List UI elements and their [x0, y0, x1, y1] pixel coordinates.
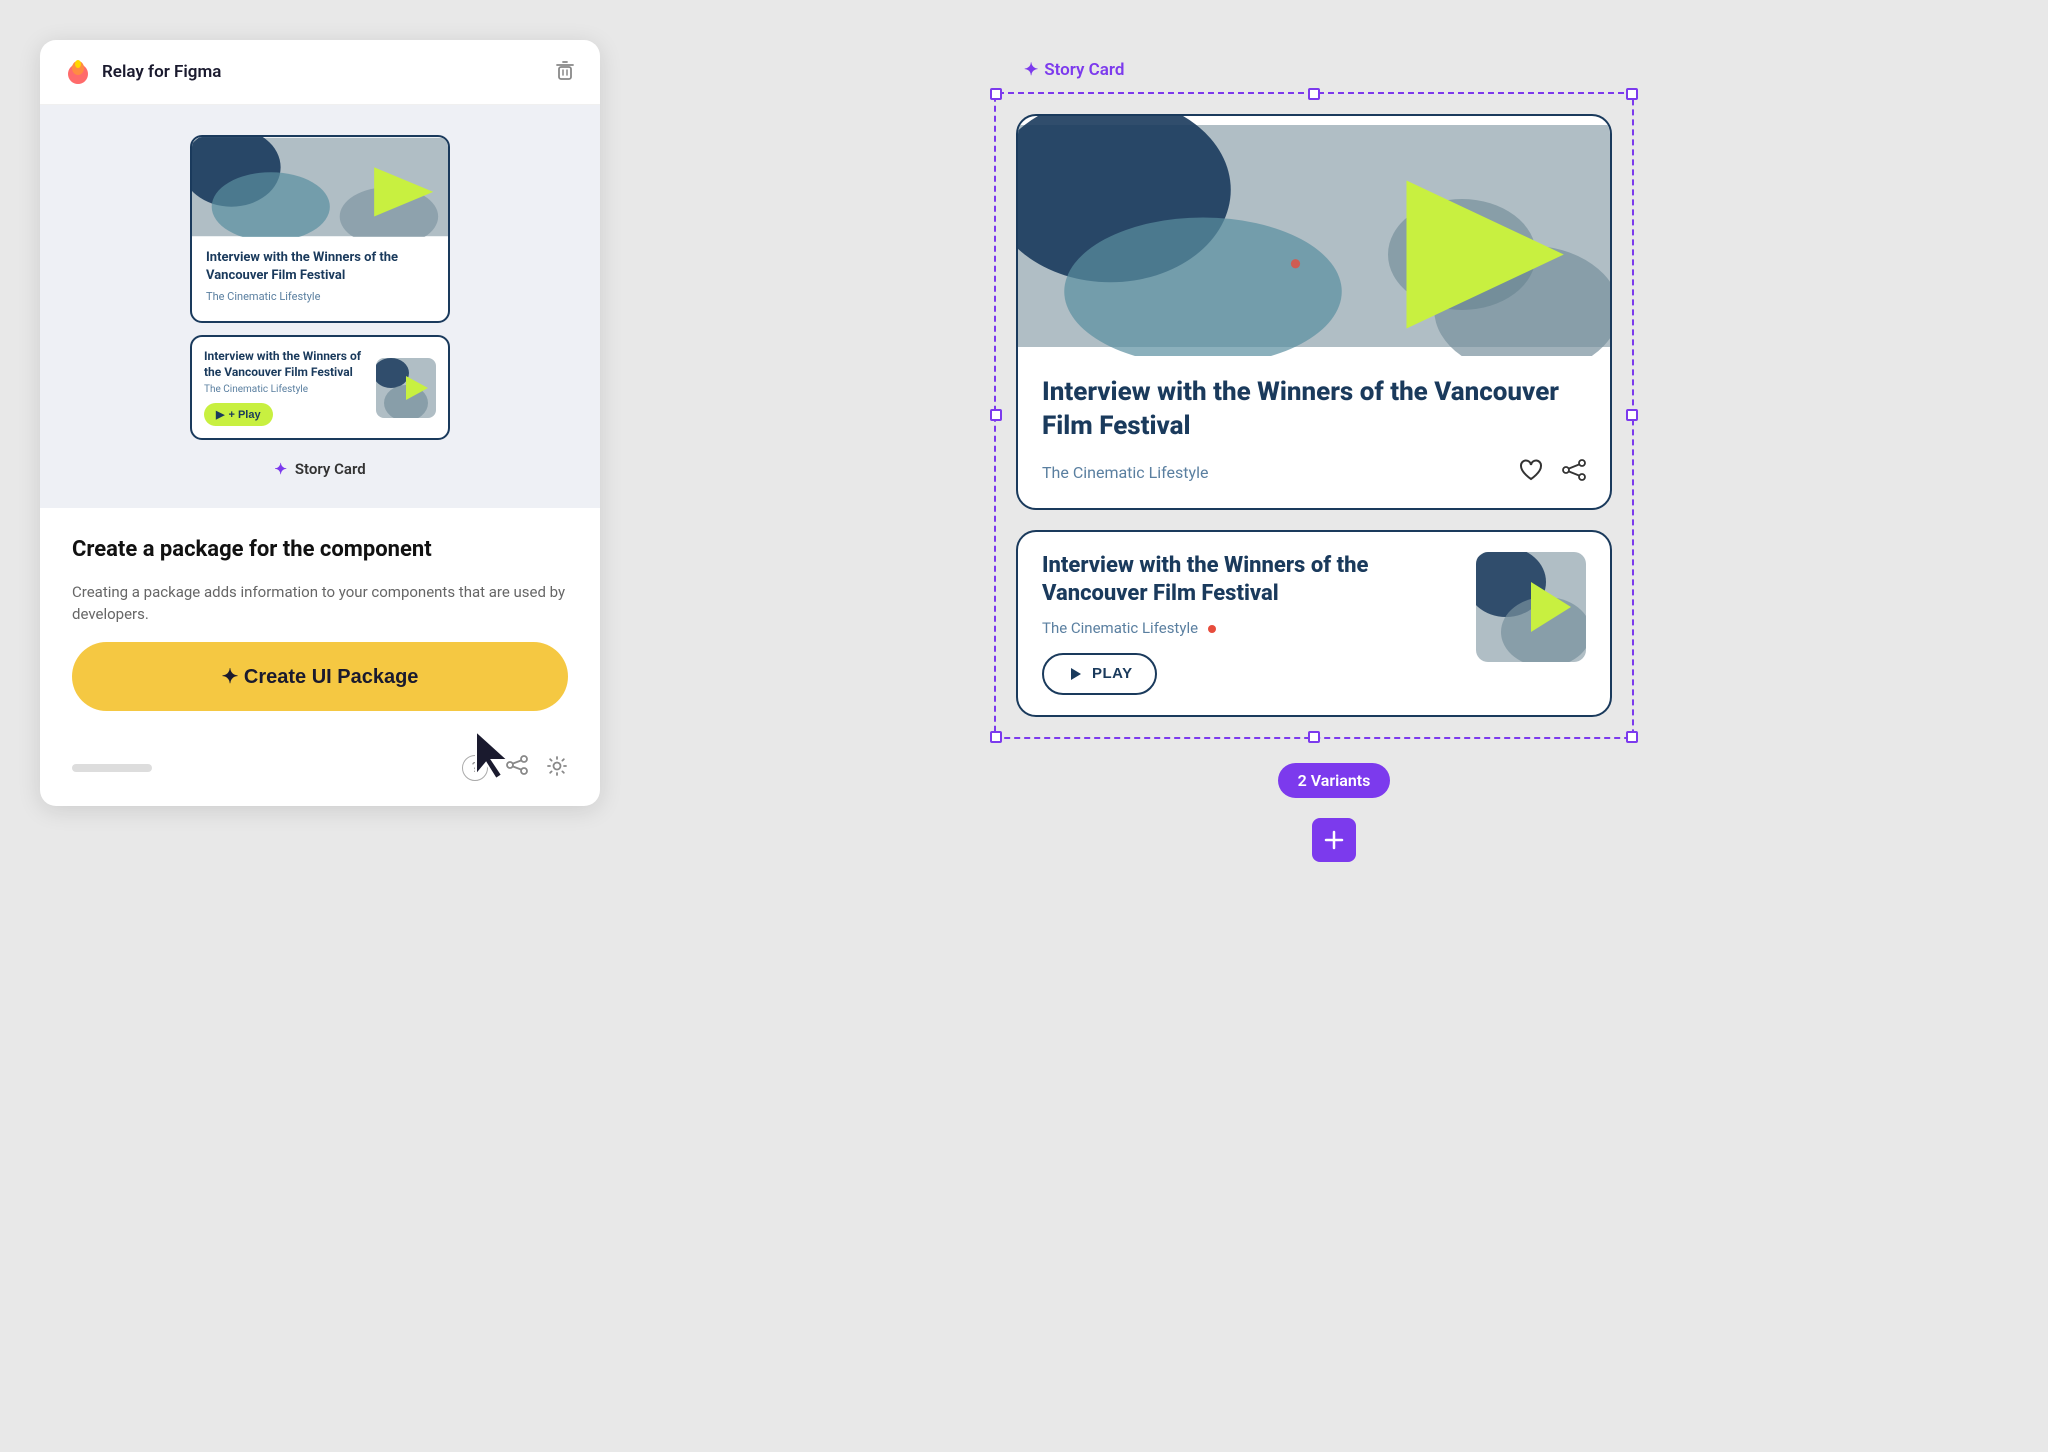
- selection-box: Interview with the Winners of the Vancou…: [994, 92, 1634, 739]
- play-button-small[interactable]: ▶ + Play: [204, 403, 273, 426]
- scroll-indicator: [72, 764, 152, 772]
- handle-tm: [1308, 88, 1320, 100]
- small-card-horizontal: Interview with the Winners of the Vancou…: [190, 335, 450, 440]
- share-card-svg: [1562, 458, 1586, 482]
- thumb-large-svg: [1476, 552, 1586, 662]
- large-card-image-svg: [1018, 116, 1610, 356]
- create-package-desc: Creating a package adds information to y…: [72, 581, 568, 626]
- small-card-h-subtitle: The Cinematic Lifestyle: [204, 384, 366, 395]
- play-button-large[interactable]: PLAY: [1042, 653, 1157, 695]
- trash-icon[interactable]: [554, 59, 576, 86]
- large-card-h-thumb: [1476, 552, 1586, 662]
- diamond-icon: ✦: [1024, 60, 1038, 80]
- panel-footer: ?: [40, 739, 600, 806]
- handle-br: [1626, 731, 1638, 743]
- play-icon-small: ▶: [216, 408, 224, 421]
- large-card-title: Interview with the Winners of the Vancou…: [1042, 376, 1586, 444]
- large-card-vertical: Interview with the Winners of the Vancou…: [1016, 114, 1612, 510]
- left-panel: Relay for Figma: [40, 40, 600, 806]
- settings-icon[interactable]: [546, 755, 568, 782]
- red-dot: [1208, 625, 1216, 633]
- card-image-svg: [192, 137, 448, 237]
- story-card-label: ✦ Story Card: [1024, 60, 1124, 80]
- add-variant-button[interactable]: [1312, 818, 1356, 862]
- handle-tr: [1626, 88, 1638, 100]
- large-card-h-subtitle: The Cinematic Lifestyle: [1042, 619, 1460, 637]
- handle-mr: [1626, 409, 1638, 421]
- share-svg: [506, 755, 528, 775]
- create-ui-package-button[interactable]: ✦ Create UI Package: [72, 642, 568, 711]
- component-label: ✦ Story Card: [274, 460, 365, 478]
- thumb-svg: [376, 358, 436, 418]
- handle-bm: [1308, 731, 1320, 743]
- heart-icon[interactable]: [1518, 458, 1544, 488]
- preview-area: Interview with the Winners of the Vancou…: [40, 105, 600, 508]
- small-card-h-content: Interview with the Winners of the Vancou…: [204, 349, 366, 426]
- card-actions: [1518, 458, 1586, 488]
- heart-svg: [1518, 458, 1544, 482]
- panel-bottom: Create a package for the component Creat…: [40, 508, 600, 739]
- settings-svg: [546, 755, 568, 777]
- share-icon-card[interactable]: [1562, 458, 1586, 488]
- small-card-vertical: Interview with the Winners of the Vancou…: [190, 135, 450, 323]
- panel-title: Relay for Figma: [102, 62, 221, 82]
- variants-badge: 2 Variants: [1278, 763, 1391, 798]
- large-card-image: [1018, 116, 1610, 356]
- large-card-horizontal: Interview with the Winners of the Vancou…: [1016, 530, 1612, 717]
- handle-ml: [990, 409, 1002, 421]
- footer-icons: ?: [462, 755, 568, 782]
- header-left: Relay for Figma: [64, 58, 221, 86]
- create-package-title: Create a package for the component: [72, 536, 568, 565]
- small-card-body: Interview with the Winners of the Vancou…: [192, 237, 448, 307]
- relay-logo: [64, 58, 92, 86]
- large-card-footer: The Cinematic Lifestyle: [1042, 458, 1586, 488]
- right-panel: ✦ Story Card: [660, 40, 2008, 862]
- play-icon-svg: [1066, 665, 1084, 683]
- small-card-subtitle: The Cinematic Lifestyle: [206, 290, 434, 303]
- panel-header: Relay for Figma: [40, 40, 600, 105]
- small-card-h-thumb: [376, 358, 436, 418]
- large-card-h-content: Interview with the Winners of the Vancou…: [1042, 552, 1460, 695]
- large-card-h-title: Interview with the Winners of the Vancou…: [1042, 552, 1460, 609]
- trash-svg: [554, 59, 576, 81]
- small-card-title: Interview with the Winners of the Vancou…: [206, 249, 434, 284]
- plus-icon: [1323, 829, 1345, 851]
- sparkle-icon: ✦: [274, 460, 287, 478]
- large-card-body: Interview with the Winners of the Vancou…: [1018, 356, 1610, 508]
- handle-bl: [990, 731, 1002, 743]
- share-icon[interactable]: [506, 755, 528, 782]
- small-card-image: [192, 137, 448, 237]
- help-icon[interactable]: ?: [462, 755, 488, 781]
- large-card-subtitle: The Cinematic Lifestyle: [1042, 463, 1208, 482]
- bottom-area: 2 Variants: [1278, 747, 1391, 862]
- small-card-h-title: Interview with the Winners of the Vancou…: [204, 349, 366, 380]
- handle-tl: [990, 88, 1002, 100]
